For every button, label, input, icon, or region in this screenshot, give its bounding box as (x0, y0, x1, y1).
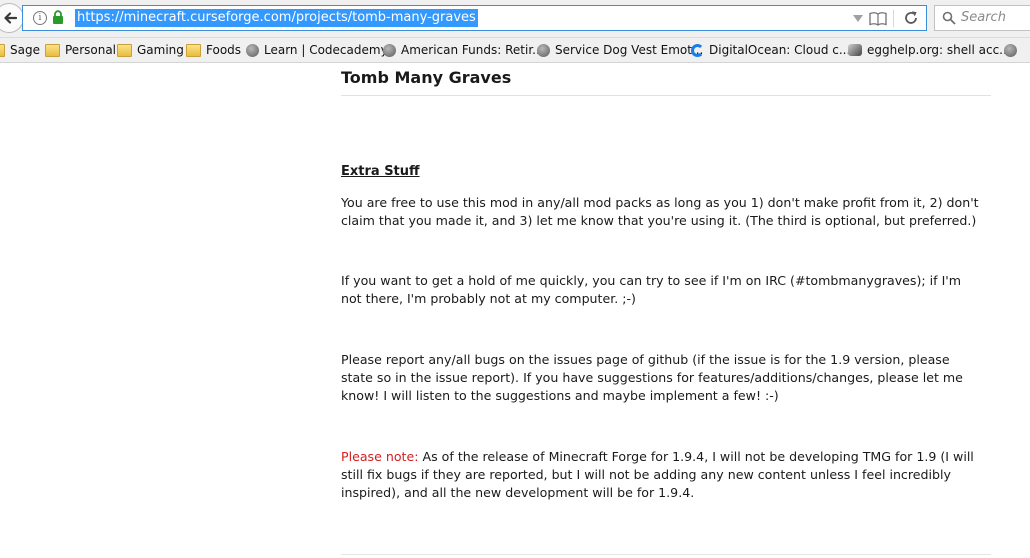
paragraph-release-note: Please note: As of the release of Minecr… (341, 448, 981, 502)
bookmark-label: Sage (10, 43, 40, 57)
bookmarks-bar: Sage Personal Gaming Foods Learn | Codec… (0, 38, 1030, 63)
egghelp-icon (848, 44, 862, 56)
digitalocean-icon (691, 43, 704, 57)
title-divider (341, 95, 991, 96)
bookmark-label: DigitalOcean: Cloud c... (709, 43, 851, 57)
folder-icon (186, 43, 201, 57)
back-arrow-icon (4, 12, 17, 24)
search-icon (942, 11, 956, 25)
bookmark-american-funds[interactable]: American Funds: Retir... (383, 42, 544, 58)
globe-icon (537, 43, 550, 57)
site-info-icon[interactable]: i (33, 11, 47, 25)
bottom-divider (341, 554, 991, 555)
bookmark-label: Foods (206, 43, 242, 57)
bookmark-label: Service Dog Vest Emot... (555, 43, 704, 57)
bookmark-personal[interactable]: Personal (45, 42, 116, 58)
note-text: As of the release of Minecraft Forge for… (341, 449, 974, 500)
globe-icon (1004, 43, 1017, 57)
lock-icon[interactable] (52, 10, 64, 25)
bookmark-label: Personal (65, 43, 117, 57)
note-label: Please note: (341, 449, 419, 464)
paragraph-irc-contact: If you want to get a hold of me quickly,… (341, 273, 962, 306)
url-text[interactable]: https://minecraft.curseforge.com/project… (75, 9, 478, 27)
globe-icon (246, 43, 259, 57)
search-bar[interactable]: Search (934, 5, 1030, 31)
bookmark-overflow[interactable] (1004, 42, 1022, 58)
url-separator (893, 10, 894, 27)
bookmark-label: Learn | Codecademy (264, 43, 388, 57)
bookmark-label: American Funds: Retir... (401, 43, 544, 57)
bookmark-foods[interactable]: Foods (186, 42, 241, 58)
browser-toolbar: i https://minecraft.curseforge.com/proje… (0, 0, 1030, 38)
bookmark-codecademy[interactable]: Learn | Codecademy (246, 42, 388, 58)
reader-view-icon[interactable] (869, 11, 887, 26)
back-button[interactable] (0, 3, 24, 33)
history-dropdown-icon[interactable] (853, 15, 863, 22)
page-title: Tomb Many Graves (341, 68, 512, 87)
bookmark-label: Gaming (137, 43, 184, 57)
folder-icon (0, 43, 5, 57)
globe-icon (383, 43, 396, 57)
bookmark-gaming[interactable]: Gaming (117, 42, 184, 58)
paragraph-bug-reports: Please report any/all bugs on the issues… (341, 352, 963, 403)
bookmark-label: egghelp.org: shell acc... (867, 43, 1011, 57)
folder-icon (45, 43, 60, 57)
bookmark-sage[interactable]: Sage (0, 42, 40, 58)
bookmark-digitalocean[interactable]: DigitalOcean: Cloud c... (691, 42, 850, 58)
reload-icon[interactable] (903, 10, 919, 26)
section-heading: Extra Stuff (341, 164, 420, 179)
bookmark-service-dog[interactable]: Service Dog Vest Emot... (537, 42, 703, 58)
folder-icon (117, 43, 132, 57)
paragraph-usage-terms: You are free to use this mod in any/all … (341, 195, 979, 228)
url-bar[interactable]: i https://minecraft.curseforge.com/proje… (22, 5, 927, 31)
bookmark-egghelp[interactable]: egghelp.org: shell acc... (848, 42, 1011, 58)
search-placeholder: Search (961, 10, 1006, 25)
